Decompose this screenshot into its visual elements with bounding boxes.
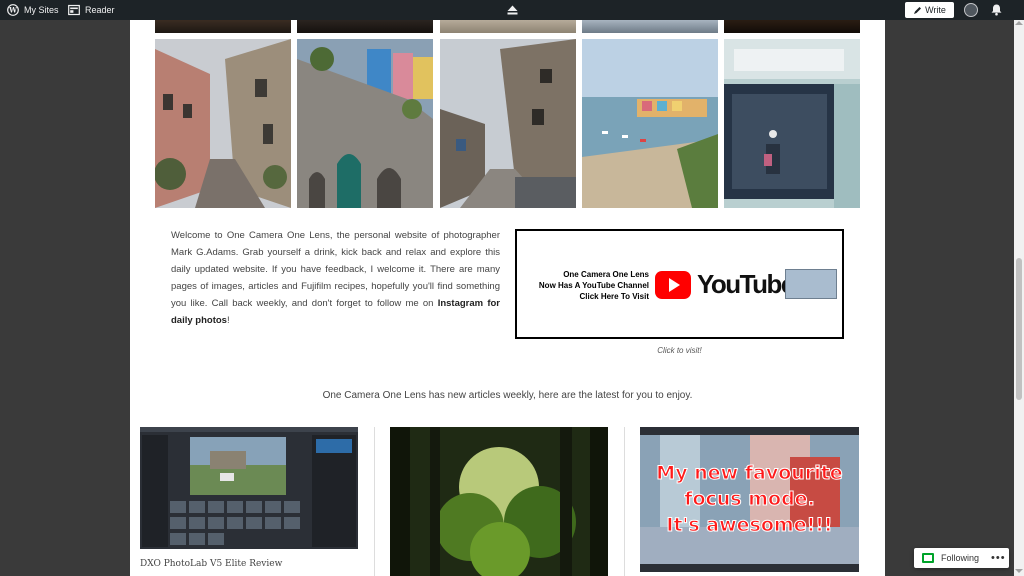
welcome-text-end: !	[226, 315, 230, 326]
write-button[interactable]: Write	[905, 2, 954, 18]
gallery-photo-top-5[interactable]	[724, 20, 860, 33]
gallery-photo-top-2[interactable]	[297, 20, 433, 33]
article-image-headline: My new favourite focus mode. It's awesom…	[640, 460, 859, 538]
wordpress-icon: W	[7, 4, 19, 16]
scroll-down-arrow-icon[interactable]	[1015, 569, 1023, 573]
gallery-photo-top-4[interactable]	[582, 20, 718, 33]
channel-card-image	[785, 269, 837, 299]
article-divider-1	[374, 427, 375, 576]
gallery-photo-top-1[interactable]	[155, 20, 291, 33]
scroll-up-arrow-icon[interactable]	[1015, 21, 1023, 25]
following-widget[interactable]: Following •••	[914, 548, 1009, 568]
youtube-banner[interactable]: One Camera One Lens Now Has A YouTube Ch…	[515, 229, 844, 339]
welcome-text: Welcome to One Camera One Lens, the pers…	[171, 227, 500, 329]
pen-icon	[914, 6, 922, 14]
article-image-forest[interactable]	[390, 427, 608, 576]
follow-check-icon	[922, 553, 934, 563]
gallery-photo-shopfront[interactable]	[724, 39, 860, 208]
reader-button[interactable]: Reader	[68, 0, 115, 20]
following-label: Following	[941, 553, 980, 563]
admin-bar: W My Sites Reader Write	[0, 0, 1024, 20]
youtube-caption: Click to visit!	[657, 346, 702, 355]
headline-line-1: My new favourite	[656, 462, 843, 485]
reader-icon	[68, 4, 80, 16]
headline-line-2: focus mode.	[684, 488, 816, 511]
youtube-banner-text: One Camera One Lens Now Has A YouTube Ch…	[523, 269, 649, 302]
article-image-dxo-photolab[interactable]	[140, 427, 358, 549]
gallery-photo-top-3[interactable]	[440, 20, 576, 33]
scrollbar-thumb[interactable]	[1016, 258, 1022, 400]
headline-line-3: It's awesome!!!	[666, 514, 833, 537]
my-sites-button[interactable]: W My Sites	[7, 0, 59, 20]
play-icon	[669, 278, 680, 292]
more-options-icon[interactable]: •••	[991, 552, 1006, 564]
banner-line-2: Now Has A YouTube Channel	[538, 281, 649, 290]
gallery-photo-stone-arches[interactable]	[297, 39, 433, 208]
article-divider-2	[624, 427, 625, 576]
reader-label: Reader	[85, 5, 115, 15]
gallery-photo-harbour[interactable]	[582, 39, 718, 208]
svg-text:W: W	[8, 6, 17, 15]
latest-articles-heading: One Camera One Lens has new articles wee…	[322, 390, 693, 401]
avatar[interactable]	[964, 3, 978, 17]
gallery-photo-alley[interactable]	[155, 39, 291, 208]
eject-icon[interactable]	[507, 5, 518, 15]
article-title-1[interactable]: DXO PhotoLab V5 Elite Review	[140, 559, 282, 569]
youtube-wordmark: YouTube	[697, 269, 795, 299]
my-sites-label: My Sites	[24, 5, 59, 15]
banner-line-1: One Camera One Lens	[563, 270, 649, 279]
notifications-bell-icon[interactable]	[990, 3, 1003, 16]
banner-line-3: Click Here To Visit	[579, 292, 649, 301]
gallery-photo-narrow-street[interactable]	[440, 39, 576, 208]
write-label: Write	[925, 5, 946, 15]
